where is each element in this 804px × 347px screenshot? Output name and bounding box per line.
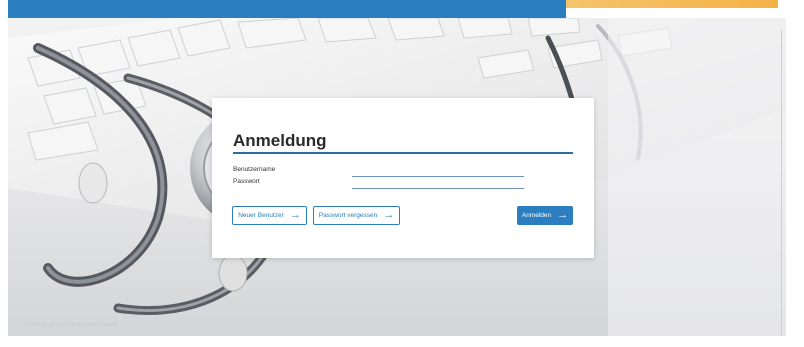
page-edge-line [781,30,782,336]
forgot-password-button-label: Passwort vergessen [318,212,378,219]
arrow-right-icon: → [557,209,569,221]
page-title: Anmeldung [233,131,327,150]
title-divider [233,152,573,154]
arrow-right-icon: → [289,209,301,221]
login-submit-button-label: Anmelden [521,212,552,219]
login-card: Anmeldung Benutzername Passwort Neuer Be… [212,98,594,258]
new-user-button[interactable]: Neuer Benutzer → [232,206,307,225]
image-credit: © Fotolia, gfxxx / iStock Getty Images [22,322,118,328]
forgot-password-button[interactable]: Passwort vergessen → [313,206,400,225]
username-input[interactable] [352,167,524,177]
username-label: Benutzername [233,166,276,173]
new-user-button-label: Neuer Benutzer [238,212,284,219]
top-accent-bar [8,0,566,18]
login-submit-button[interactable]: Anmelden → [517,206,573,225]
top-accent-bar-orange [566,0,778,8]
arrow-right-icon: → [383,209,395,221]
password-input[interactable] [352,179,524,189]
password-label: Passwort [233,178,260,185]
